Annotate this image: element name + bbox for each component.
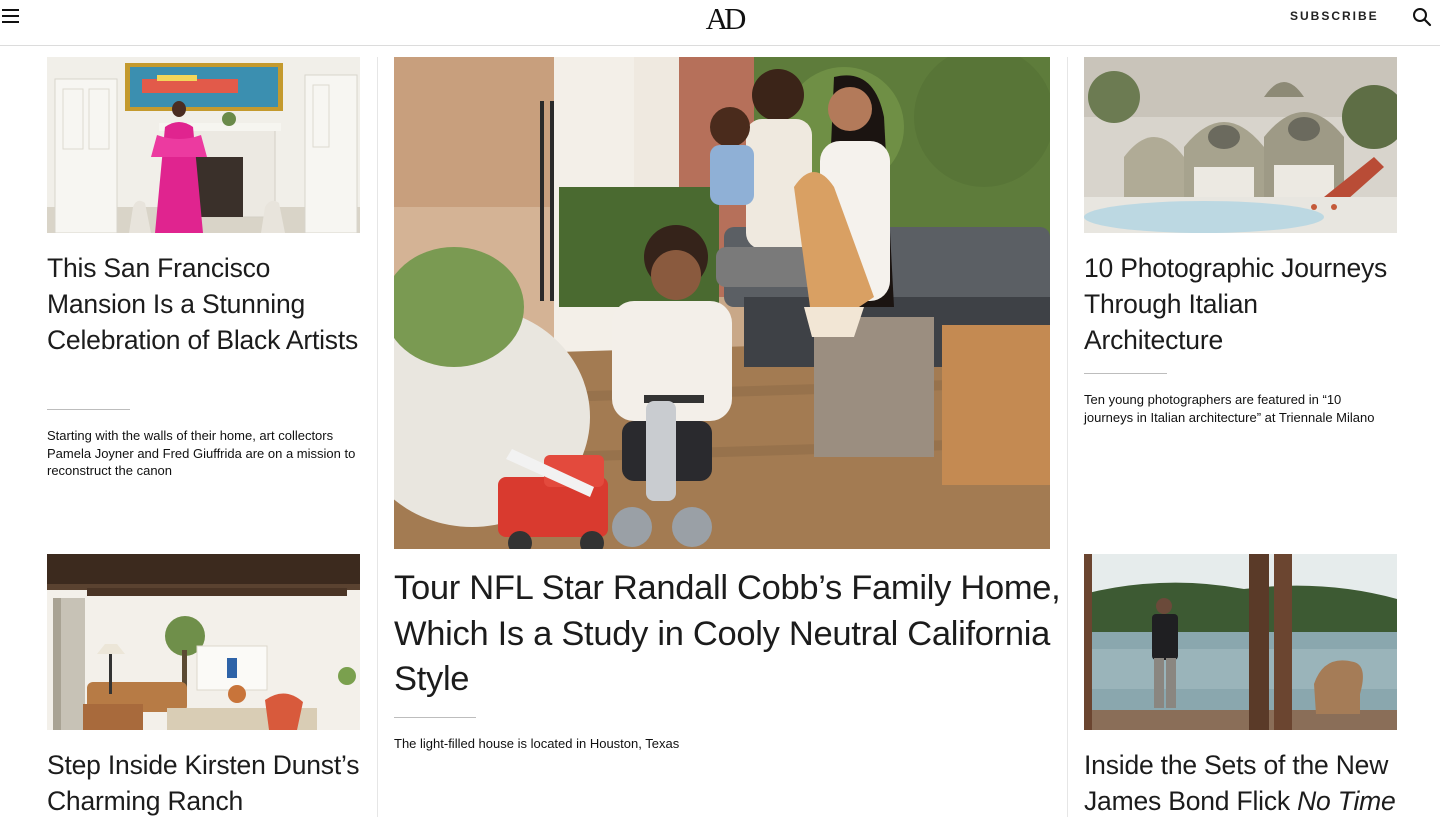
article-headline[interactable]: Tour NFL Star Randall Cobb’s Family Home… xyxy=(394,566,1064,703)
article-image[interactable] xyxy=(1084,554,1397,730)
article-dek: The light-filled house is located in Hou… xyxy=(394,736,680,751)
headline-rule xyxy=(1084,373,1167,374)
column-divider xyxy=(1067,57,1068,817)
search-icon[interactable] xyxy=(1412,7,1432,27)
column-divider xyxy=(377,57,378,817)
article-headline[interactable]: 10 Photographic Journeys Through Italian… xyxy=(1084,250,1402,358)
article-dek: Ten young photographers are featured in … xyxy=(1084,392,1375,425)
menu-icon[interactable] xyxy=(2,8,20,26)
article-image[interactable] xyxy=(1084,57,1397,233)
subscribe-link[interactable]: SUBSCRIBE xyxy=(1290,9,1379,23)
article-headline[interactable]: Step Inside Kirsten Dunst’s Charming Ran… xyxy=(47,747,365,819)
article-headline[interactable]: Inside the Sets of the New James Bond Fl… xyxy=(1084,747,1402,819)
headline-rule xyxy=(47,409,130,410)
site-header: AD SUBSCRIBE xyxy=(0,0,1440,46)
site-logo[interactable]: AD xyxy=(703,1,747,37)
headline-italic-title: No Time xyxy=(1297,786,1396,816)
article-image[interactable] xyxy=(394,57,1050,549)
article-image[interactable] xyxy=(47,57,360,233)
article-headline[interactable]: This San Francisco Mansion Is a Stunning… xyxy=(47,250,365,358)
headline-rule xyxy=(394,717,476,718)
article-dek: Starting with the walls of their home, a… xyxy=(47,428,356,479)
article-image[interactable] xyxy=(47,554,360,730)
